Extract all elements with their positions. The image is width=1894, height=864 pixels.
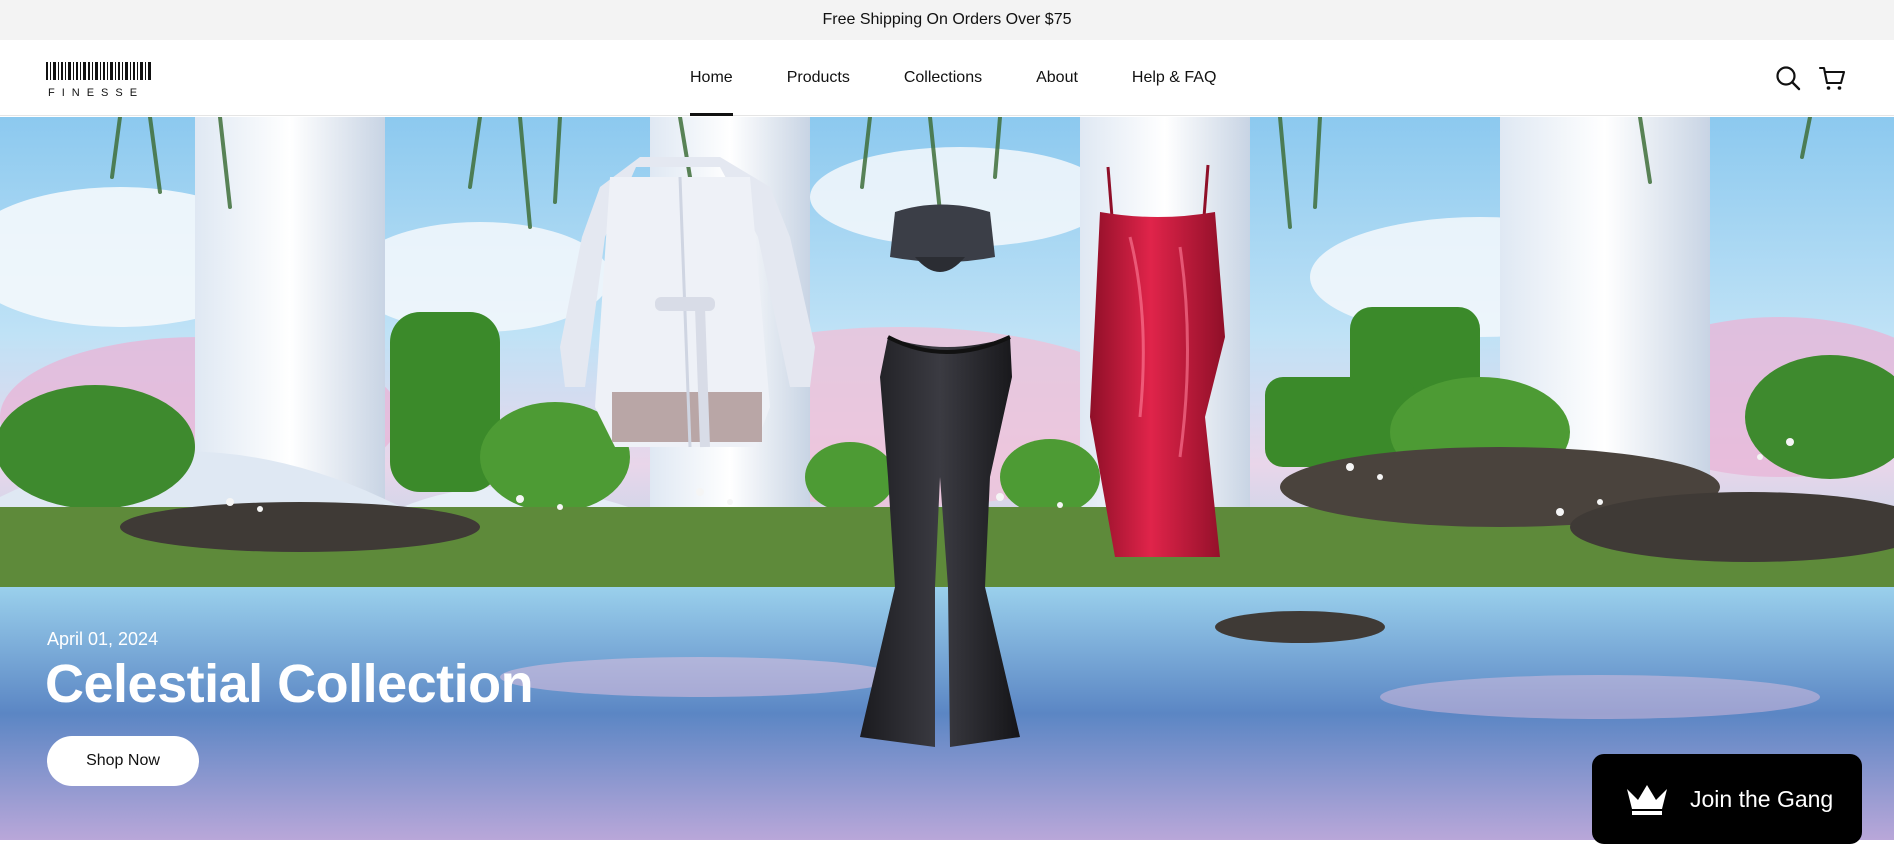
nav-item-help-faq[interactable]: Help & FAQ	[1132, 40, 1216, 116]
crown-icon	[1627, 785, 1667, 815]
search-button[interactable]	[1774, 64, 1802, 92]
main-nav: Home Products Collections About Help & F…	[690, 40, 1270, 116]
hero-banner[interactable]: April 01, 2024 Celestial Collection Shop…	[0, 117, 1894, 840]
site-header: FINESSE Home Products Collections About …	[0, 40, 1894, 116]
join-the-gang-label: Join the Gang	[1690, 785, 1834, 812]
fashion-garden-scene-image	[0, 117, 1894, 840]
nav-item-collections[interactable]: Collections	[904, 40, 982, 116]
announcement-bar: Free Shipping On Orders Over $75	[0, 0, 1894, 40]
join-the-gang-button[interactable]: Join the Gang	[1592, 754, 1862, 844]
search-icon	[1776, 66, 1801, 91]
hero-title: Celestial Collection	[45, 654, 534, 714]
barcode-logo-icon	[46, 62, 151, 80]
brand-logo[interactable]: FINESSE	[46, 62, 154, 99]
cart-button[interactable]	[1818, 64, 1846, 92]
nav-item-products[interactable]: Products	[787, 40, 850, 116]
nav-item-home[interactable]: Home	[690, 40, 733, 116]
cart-icon	[1818, 66, 1846, 90]
brand-name: FINESSE	[48, 87, 145, 99]
shop-now-button[interactable]: Shop Now	[47, 736, 199, 786]
nav-item-about[interactable]: About	[1036, 40, 1078, 116]
announcement-text: Free Shipping On Orders Over $75	[822, 11, 1072, 28]
hero-date: April 01, 2024	[47, 629, 159, 649]
